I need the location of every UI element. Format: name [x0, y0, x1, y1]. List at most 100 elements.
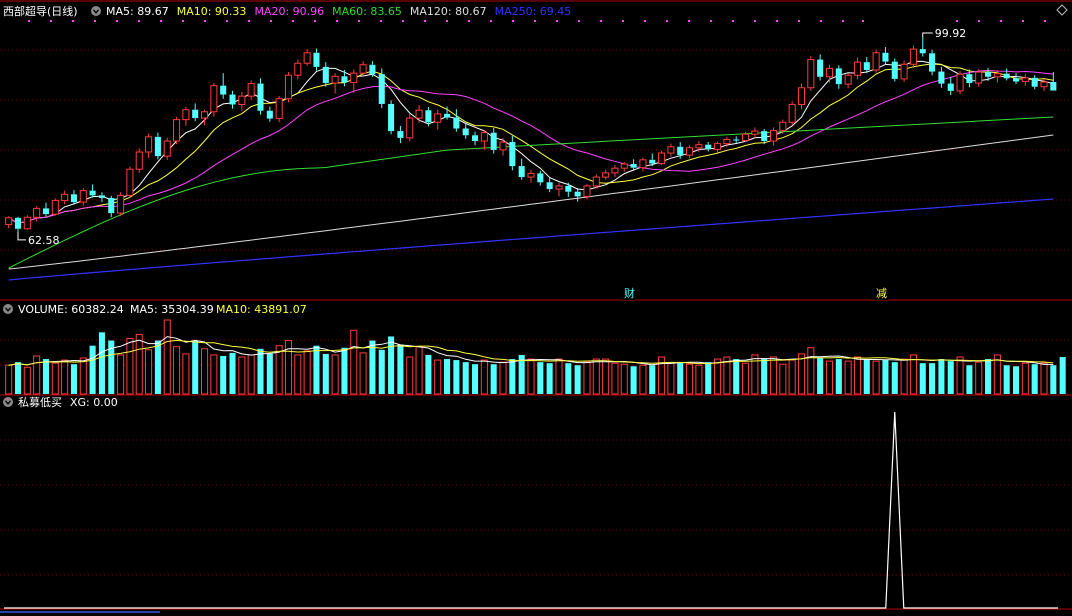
event-marker-reduce[interactable]: 减: [874, 286, 888, 300]
candle: [406, 113, 414, 142]
candle: [714, 141, 722, 153]
volume-bar: [61, 359, 69, 395]
volume-bar: [863, 359, 870, 394]
candle: [415, 104, 423, 123]
candle: [667, 143, 675, 157]
event-dot: [446, 20, 448, 22]
candle-body: [359, 64, 367, 74]
candle-body: [947, 83, 954, 91]
candle: [266, 106, 273, 122]
candle-body: [23, 216, 31, 230]
candle-body: [919, 49, 926, 54]
candle-body: [649, 159, 656, 164]
candle: [79, 188, 87, 206]
candle: [817, 54, 824, 81]
candle: [518, 158, 525, 180]
candle-body: [891, 61, 898, 79]
candle-body: [723, 138, 731, 145]
volume-bar: [350, 329, 358, 395]
event-dot: [820, 20, 822, 22]
volume-bar: [844, 360, 852, 395]
candle: [565, 182, 572, 197]
candle: [1021, 74, 1029, 86]
candle-body: [1031, 77, 1038, 87]
candle-body: [714, 143, 722, 150]
volume-toggle[interactable]: [3, 304, 13, 314]
volume-bar: [509, 359, 516, 394]
event-dot: [776, 20, 778, 22]
volume-bar: [453, 360, 460, 394]
candle: [135, 148, 143, 173]
volume-bar: [975, 361, 983, 395]
volume-bar: [415, 346, 423, 395]
candle-body: [257, 83, 264, 111]
volume-bar: [695, 364, 703, 395]
candle-body: [444, 113, 451, 118]
candle: [173, 117, 181, 145]
candle: [163, 137, 171, 160]
volume-bar: [397, 344, 404, 394]
candle-body: [397, 131, 404, 138]
volume-bar: [835, 359, 842, 394]
candle-body: [1040, 81, 1048, 88]
candle: [247, 80, 255, 100]
event-dot: [292, 20, 294, 22]
event-dot: [534, 20, 536, 22]
candle-body: [453, 117, 460, 129]
candle: [574, 188, 581, 202]
event-dot: [978, 20, 980, 22]
volume-bar: [733, 359, 740, 394]
volume-bar: [369, 340, 376, 394]
candle: [51, 198, 59, 216]
candle: [257, 78, 264, 115]
event-marker-finance[interactable]: 财: [622, 286, 636, 300]
volume-bar: [872, 360, 880, 395]
volume-bar: [462, 362, 469, 394]
volume-bar: [359, 352, 367, 395]
volume-bar: [882, 360, 889, 394]
candle-body: [733, 139, 740, 141]
volume-bar: [257, 348, 264, 394]
candle-body: [555, 185, 563, 190]
candle: [89, 184, 96, 198]
indicator-toggle[interactable]: [3, 397, 13, 407]
volume-bar: [574, 365, 581, 394]
volume-bar: [891, 362, 898, 394]
volume-bar: [201, 348, 209, 395]
event-dot: [1000, 20, 1002, 22]
volume-bar: [527, 358, 535, 395]
volume-bar: [1059, 357, 1066, 394]
volume-bar: [117, 354, 125, 395]
volume-bar: [388, 336, 395, 394]
candle-body: [341, 76, 348, 83]
candle-body: [275, 98, 283, 120]
ma60-line: [8, 116, 1054, 269]
volume-bar: [565, 363, 572, 394]
candle-body: [369, 64, 376, 75]
candle: [835, 65, 842, 89]
candle-body: [1012, 78, 1020, 82]
candle-body: [313, 52, 320, 67]
candle: [1012, 73, 1020, 85]
diamond-icon[interactable]: [1056, 4, 1068, 16]
volume-bar: [294, 354, 302, 395]
volume-bar: [220, 355, 227, 394]
candle: [434, 109, 442, 130]
candle-body: [817, 59, 824, 77]
volume-bar: [630, 366, 637, 394]
candle: [537, 170, 544, 186]
candle: [210, 83, 218, 117]
volume-bar: [620, 363, 628, 395]
candle-body: [331, 75, 339, 84]
volume-bar: [705, 362, 712, 394]
volume-bar: [238, 356, 246, 395]
ma-legend-toggle[interactable]: [91, 6, 101, 16]
volume-bar: [499, 361, 507, 395]
candle: [825, 64, 834, 83]
volume-bar: [490, 364, 497, 394]
event-dots: [28, 20, 1046, 22]
candle: [1003, 68, 1010, 81]
candle: [844, 73, 852, 89]
candle: [117, 192, 125, 217]
candle: [397, 125, 404, 144]
